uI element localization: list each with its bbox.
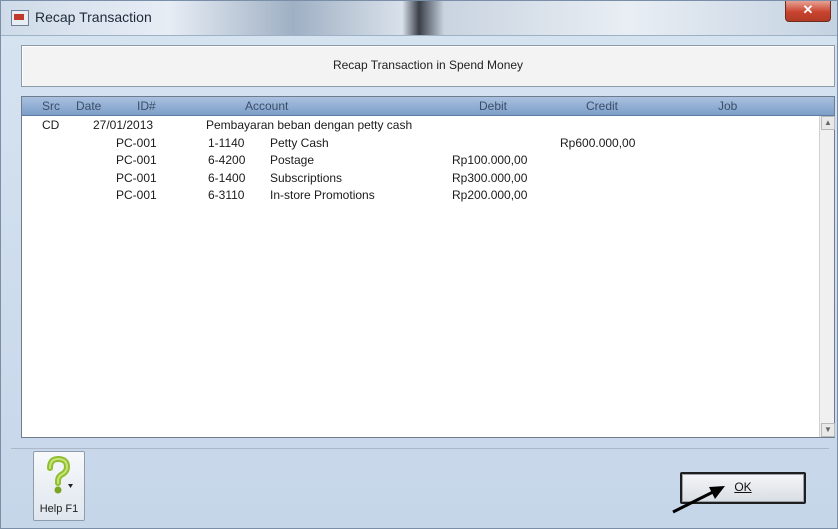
table-row[interactable]: PC-001 1-1140 Petty Cash Rp600.000,00: [22, 135, 818, 153]
cell-id: PC-001: [116, 170, 157, 185]
cell-account-no: 1-1140: [208, 135, 245, 150]
cell-debit: Rp300.000,00: [452, 170, 528, 185]
help-button[interactable]: Help F1: [33, 451, 85, 521]
column-id[interactable]: ID#: [137, 99, 156, 113]
cell-date: 27/01/2013: [93, 118, 154, 132]
scroll-down-icon[interactable]: ▼: [821, 423, 835, 437]
cell-id: PC-001: [116, 135, 157, 150]
cell-src: CD: [42, 118, 60, 132]
cell-credit: Rp600.000,00: [560, 135, 636, 150]
column-date[interactable]: Date: [76, 99, 101, 113]
cell-id: PC-001: [116, 153, 157, 167]
column-debit[interactable]: Debit: [479, 99, 507, 113]
recap-transaction-window: Recap Transaction ✕ Recap Transaction in…: [0, 0, 838, 529]
cell-debit: Rp200.000,00: [452, 188, 528, 202]
cell-memo: Pembayaran beban dengan petty cash: [206, 118, 413, 132]
vertical-scrollbar[interactable]: ▲ ▼: [819, 116, 835, 437]
cell-id: PC-001: [116, 188, 157, 202]
cell-account-no: 6-3110: [208, 188, 245, 202]
grid-column-header: Src Date ID# Account Debit Credit Job: [22, 97, 834, 116]
table-row[interactable]: PC-001 6-3110 In-store Promotions Rp200.…: [22, 187, 818, 205]
scroll-up-icon[interactable]: ▲: [821, 116, 835, 130]
window-app-icon: [11, 10, 29, 26]
cell-account-name: In-store Promotions: [270, 188, 375, 202]
title-bar[interactable]: Recap Transaction ✕: [1, 1, 837, 36]
cell-account-name: Postage: [270, 153, 315, 167]
column-src[interactable]: Src: [42, 99, 60, 113]
close-icon: ✕: [802, 2, 814, 17]
recap-header-panel: Recap Transaction in Spend Money: [21, 45, 835, 87]
table-row[interactable]: CD 27/01/2013 Pembayaran beban dengan pe…: [22, 117, 818, 135]
help-question-icon: [47, 456, 73, 494]
column-account[interactable]: Account: [245, 99, 288, 113]
grid-rows: CD 27/01/2013 Pembayaran beban dengan pe…: [22, 117, 818, 205]
recap-header-title: Recap Transaction in Spend Money: [332, 58, 524, 72]
table-row[interactable]: PC-001 6-1400 Subscriptions Rp300.000,00: [22, 170, 818, 188]
help-button-label: Help F1: [39, 503, 79, 515]
window-title: Recap Transaction: [35, 9, 152, 25]
column-job[interactable]: Job: [718, 99, 737, 113]
table-row[interactable]: PC-001 6-4200 Postage Rp100.000,00: [22, 152, 818, 170]
pointer-arrow-icon: [672, 486, 725, 514]
close-button[interactable]: ✕: [785, 1, 831, 22]
cell-account-no: 6-4200: [208, 153, 246, 167]
column-credit[interactable]: Credit: [586, 99, 618, 113]
cell-account-no: 6-1400: [208, 170, 246, 185]
cell-account-name: Petty Cash: [270, 135, 329, 150]
cell-account-name: Subscriptions: [270, 170, 343, 185]
cell-debit: Rp100.000,00: [452, 153, 528, 167]
transaction-grid: Src Date ID# Account Debit Credit Job CD…: [21, 96, 835, 438]
